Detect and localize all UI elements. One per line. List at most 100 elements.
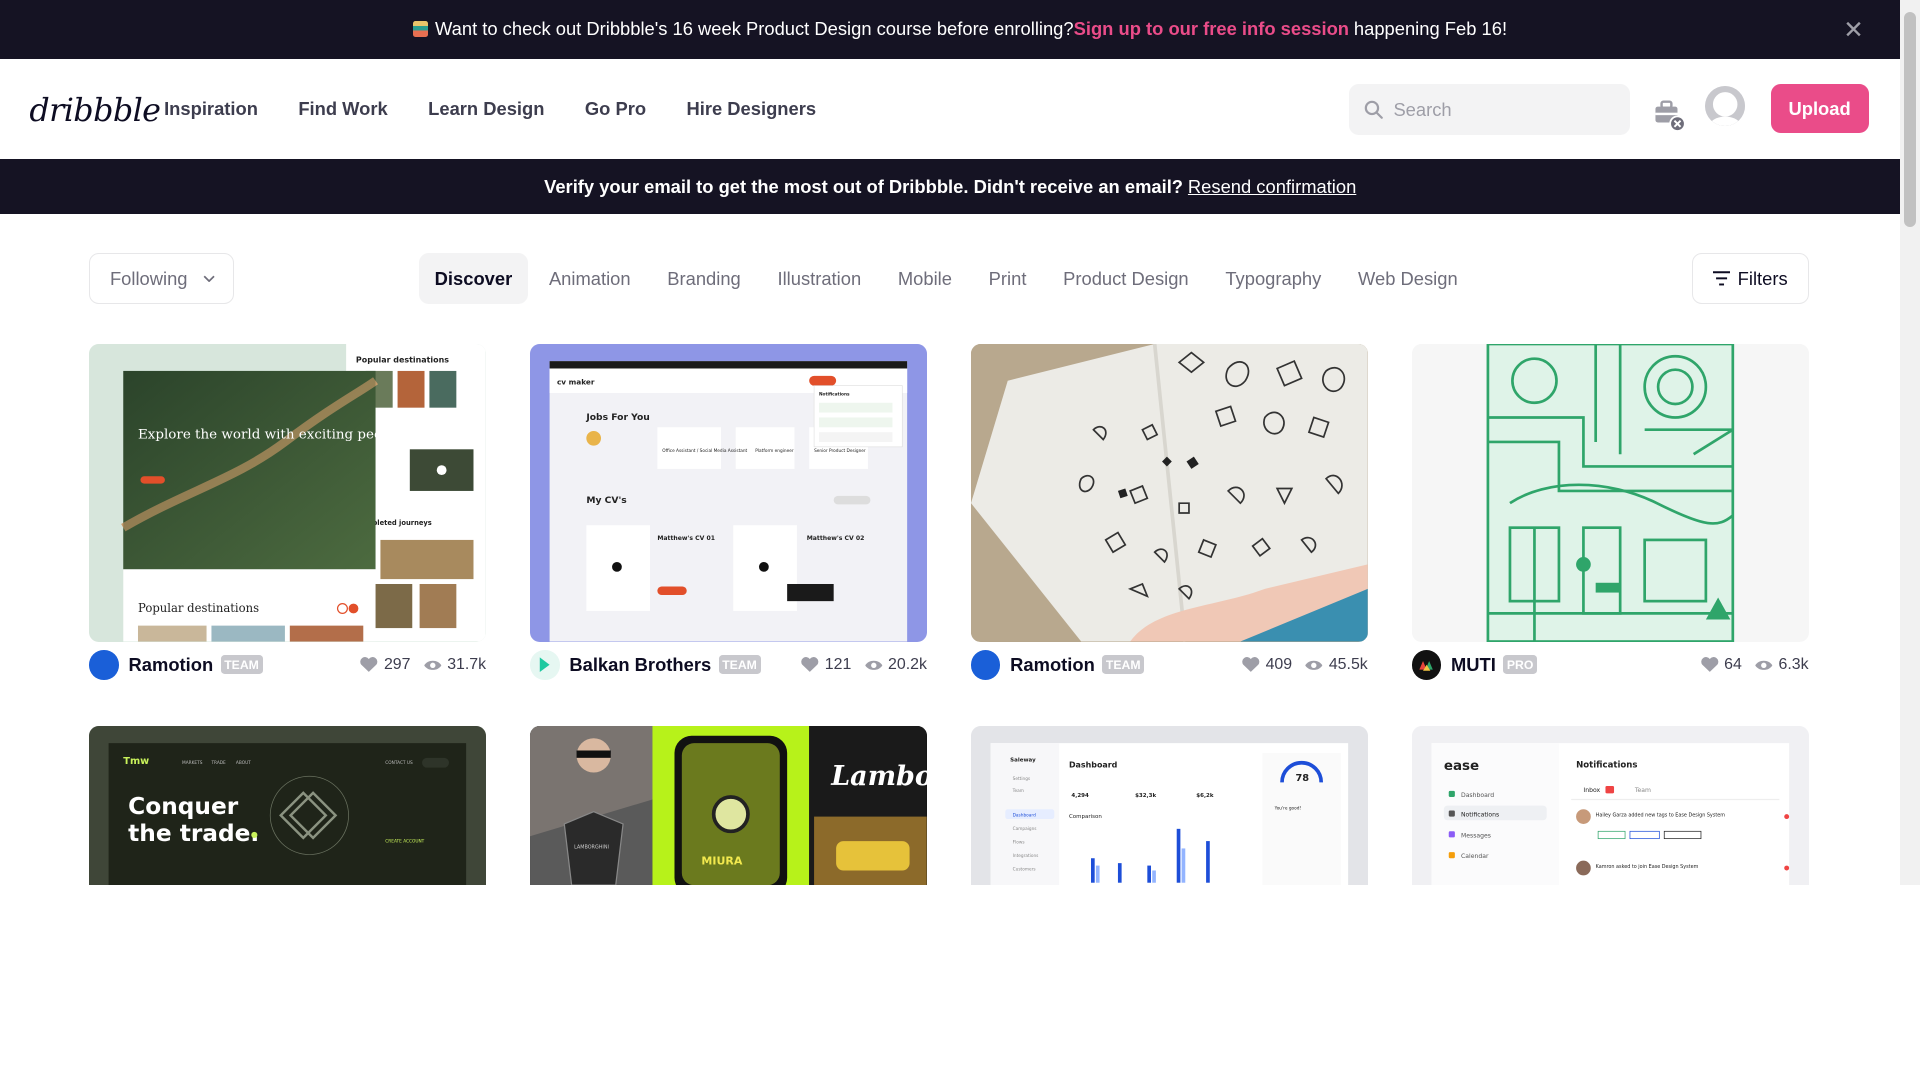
views-count: 20.2k (888, 655, 927, 673)
filters-button[interactable]: Filters (1692, 253, 1809, 304)
shot-art-text: Explore the world with exciting people (138, 427, 403, 442)
tab-print[interactable]: Print (973, 253, 1043, 303)
shot-meta: Ramotion TEAM 409 45.5k (971, 649, 1368, 681)
shot-art-text: Comparison (1069, 814, 1102, 820)
announcement-bar: Want to check out Dribbble's 16 week Pro… (0, 0, 1920, 59)
nav-inspiration[interactable]: Inspiration (164, 98, 258, 120)
author-name[interactable]: Balkan Brothers (569, 654, 711, 676)
team-badge: TEAM (220, 655, 263, 675)
tab-discover[interactable]: Discover (418, 253, 529, 304)
shot-art-text: Popular destinations (356, 355, 449, 364)
shot-art-text: Popular destinations (138, 601, 259, 615)
shot-art-text: Dashboard (1461, 792, 1494, 799)
shot-meta: Ramotion TEAM 297 31.7k (89, 649, 486, 681)
upload-button[interactable]: Upload (1770, 84, 1869, 134)
tab-animation[interactable]: Animation (533, 253, 646, 303)
shot-art-text: cv maker (557, 377, 595, 386)
site-header: dribbble Inspiration Find Work Learn Des… (0, 59, 1900, 159)
shot-art-text: Notifications (819, 392, 850, 398)
verify-text: Verify your email to get the most out of… (544, 175, 1184, 197)
following-dropdown[interactable]: Following (89, 253, 234, 304)
shot-thumbnail[interactable]: LAMBORGHINI MIURA Lambo (530, 726, 927, 886)
shot-art-text: You're good! (1274, 805, 1302, 811)
shot-art-text: Office Assistant / Social Media Assistan… (662, 448, 747, 454)
shot-art-text: Conquer (129, 793, 240, 820)
shot-art-text: $32,3k (1135, 793, 1156, 799)
shot-art-text: Calendar (1461, 853, 1489, 860)
shot-art-text: CREATE ACCOUNT (386, 838, 425, 844)
heart-icon[interactable] (1241, 656, 1261, 673)
shot-thumbnail[interactable]: Saleway Settings Team Dashboard Campaign… (971, 726, 1368, 886)
resend-confirmation-link[interactable]: Resend confirmation (1188, 176, 1356, 198)
tab-typography[interactable]: Typography (1209, 253, 1337, 303)
tab-product-design[interactable]: Product Design (1047, 253, 1204, 303)
shot-stats: 121 20.2k (793, 656, 927, 674)
shot-thumbnail[interactable]: Tmw MARKETS TRADE ABOUT CONTACT US Conqu… (89, 726, 487, 886)
nav-learn-design[interactable]: Learn Design (428, 98, 544, 120)
heart-icon[interactable] (1700, 656, 1720, 673)
author-name[interactable]: Ramotion (1010, 654, 1095, 676)
user-avatar[interactable] (1704, 85, 1745, 127)
heart-icon[interactable] (800, 656, 820, 673)
views-count: 6.3k (1778, 655, 1809, 673)
following-label: Following (109, 267, 188, 289)
nav-hire-designers[interactable]: Hire Designers (686, 98, 816, 120)
author-avatar[interactable] (530, 650, 560, 680)
author-avatar[interactable] (971, 650, 1001, 680)
tab-web-design[interactable]: Web Design (1342, 253, 1473, 303)
tab-illustration[interactable]: Illustration (762, 253, 878, 303)
shot-art-text: MARKETS (182, 760, 203, 766)
shot-stats: 409 45.5k (1234, 656, 1368, 674)
shot-art-text: Messages (1461, 833, 1491, 840)
announcement-text: Want to check out Dribbble's 16 week Pro… (435, 18, 1074, 40)
shot-thumbnail[interactable] (1411, 344, 1809, 642)
shot-art-text: My CV's (587, 495, 628, 506)
briefcase-icon[interactable] (1653, 98, 1687, 138)
shot-art-text: Hailey Garza added new tags to Ease Desi… (1596, 813, 1726, 819)
shot-art-text: Matthew's CV 02 (807, 535, 865, 542)
nav-go-pro[interactable]: Go Pro (585, 98, 646, 120)
author-avatar[interactable] (1411, 650, 1442, 680)
shot-art-text: MIURA (702, 854, 743, 867)
shot-art-text: Platform engineer (756, 448, 795, 454)
likes-count: 121 (824, 655, 852, 673)
shot-thumbnail[interactable]: cv maker Jobs For You Office Assistant /… (530, 344, 927, 642)
author-avatar[interactable] (89, 650, 119, 680)
tab-mobile[interactable]: Mobile (882, 253, 968, 303)
author-name[interactable]: MUTI (1451, 654, 1496, 676)
shot-meta: MUTI PRO 64 6.3k (1411, 649, 1809, 681)
shot-stats: 64 6.3k (1692, 655, 1809, 674)
shot-art-text: Team (1634, 787, 1651, 794)
scrollbar-thumb[interactable] (1904, 12, 1917, 227)
page-scrollbar[interactable] (1900, 0, 1920, 886)
books-emoji-icon (412, 21, 428, 38)
shot-stats: 297 31.7k (352, 656, 486, 674)
nav-find-work[interactable]: Find Work (298, 98, 387, 120)
views-count: 45.5k (1328, 655, 1368, 673)
shot-thumbnail[interactable]: ease Dashboard Notifications Messages Ca… (1411, 726, 1809, 886)
shot-art-text: ease (1444, 759, 1479, 774)
shot-art-text: $6,2k (1196, 793, 1214, 799)
team-badge: TEAM (718, 655, 761, 675)
tab-branding[interactable]: Branding (651, 253, 756, 303)
author-name[interactable]: Ramotion (129, 654, 214, 676)
likes-count: 297 (383, 655, 411, 673)
dribbble-logo[interactable]: dribbble (29, 91, 161, 129)
announcement-link[interactable]: Sign up to our free info session (1074, 18, 1349, 40)
verify-email-bar: Verify your email to get the most out of… (0, 159, 1901, 215)
team-badge: TEAM (1102, 655, 1145, 675)
close-icon[interactable]: ✕ (1843, 15, 1864, 45)
shot-meta: Balkan Brothers TEAM 121 20.2k (530, 649, 927, 681)
shot-art-text: Campaigns (1013, 826, 1038, 832)
search-input[interactable] (1393, 98, 1614, 121)
shot-art-text: Dashboard (1069, 761, 1118, 770)
shot-thumbnail[interactable] (971, 344, 1368, 642)
shot-art-text: Dashboard (1013, 813, 1036, 819)
shot-thumbnail[interactable]: Popular destinations Completed journeys … (89, 344, 487, 642)
heart-icon[interactable] (359, 656, 379, 673)
shot-art-text: Team (1012, 788, 1024, 794)
filter-icon (1713, 271, 1731, 286)
search-box[interactable] (1349, 84, 1630, 135)
filters-label: Filters (1737, 267, 1788, 289)
shot-art-text: Settings (1013, 776, 1031, 782)
